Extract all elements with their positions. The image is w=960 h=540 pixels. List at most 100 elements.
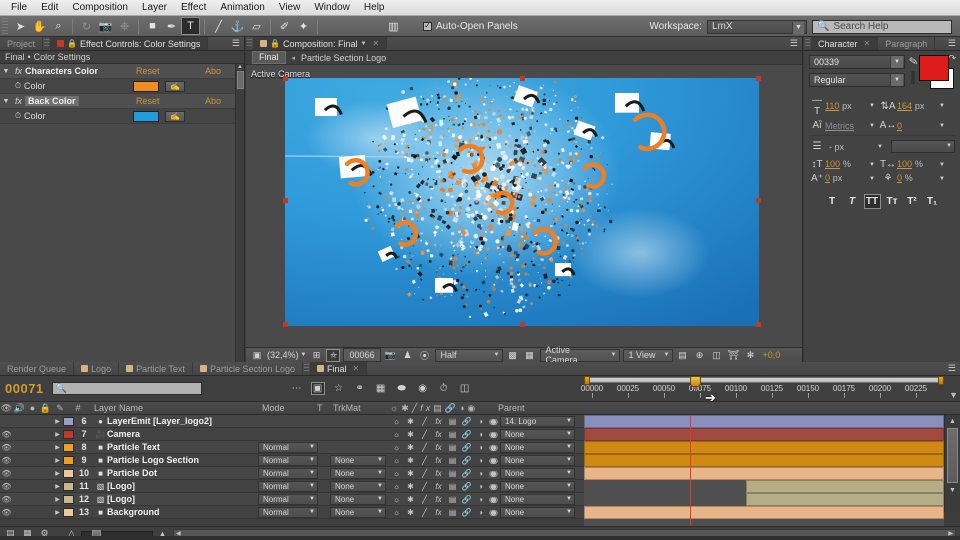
quality-icon[interactable]: ╱ bbox=[418, 469, 431, 478]
color-swatch[interactable] bbox=[133, 110, 159, 122]
layer-duration-bar[interactable] bbox=[584, 467, 944, 480]
chevron-down-icon[interactable]: ▼ bbox=[865, 176, 879, 182]
collapse-transform-icon[interactable]: ✱ bbox=[404, 495, 417, 504]
layer-label-swatch[interactable] bbox=[63, 468, 74, 478]
layer-parent-select[interactable]: None ▼ bbox=[500, 506, 575, 518]
layer-disclosure-triangle-icon[interactable]: ▶ bbox=[52, 431, 63, 438]
view-layout-select[interactable]: 1 View ▼ bbox=[622, 348, 673, 362]
parent-pickwhip-icon[interactable]: ◉ bbox=[489, 482, 496, 491]
panel-menu-icon[interactable]: ☰ bbox=[948, 38, 956, 49]
frame-blend-icon[interactable]: ▤ bbox=[446, 482, 459, 491]
brainstorm-icon[interactable]: ◉ bbox=[416, 383, 430, 394]
effects-icon[interactable]: fx bbox=[432, 456, 445, 465]
hide-shy-layers-icon[interactable]: ☆ bbox=[332, 383, 346, 394]
layer-handle-br[interactable] bbox=[756, 322, 761, 327]
menu-file[interactable]: File bbox=[4, 1, 34, 14]
eyedropper-icon[interactable]: ✎ bbox=[908, 54, 919, 68]
layer-mode-select[interactable]: Normal ▼ bbox=[258, 506, 318, 518]
menu-effect[interactable]: Effect bbox=[174, 1, 213, 14]
layer-duration-bar[interactable] bbox=[584, 454, 944, 467]
effects-icon[interactable]: fx bbox=[432, 469, 445, 478]
tracking-value[interactable]: 0 bbox=[897, 121, 935, 131]
layer-name[interactable]: Camera bbox=[107, 429, 140, 439]
table-row[interactable]: 👁 ▶ 8 ■ Particle Text Normal ▼ ☼ ✱ ╱ fx ▤ 🔗 ◑ ◉ ◉ None ▼ bbox=[0, 441, 584, 454]
frame-blend-icon[interactable]: ▤ bbox=[446, 443, 459, 452]
type-tool[interactable]: T bbox=[181, 17, 200, 35]
adjustment-layer-icon[interactable]: ◑ bbox=[474, 456, 487, 465]
table-row[interactable]: 👁 ▶ 11 ▧ [Logo] Normal ▼ None ▼ ☼ ✱ ╱ fx ▤ 🔗 ◑ ◉ ◉ None ▼ bbox=[0, 480, 584, 493]
subscript-button[interactable]: T₁ bbox=[924, 194, 941, 209]
swap-colors-icon[interactable]: ↷ bbox=[948, 53, 956, 64]
chevron-down-icon[interactable]: ▼ bbox=[566, 418, 572, 424]
effect-about-link[interactable]: Abo bbox=[205, 66, 221, 76]
layer-visibility-icon[interactable]: 👁 bbox=[0, 456, 13, 465]
effect-reset-link[interactable]: Reset bbox=[136, 96, 160, 106]
quality-icon[interactable]: ╱ bbox=[418, 482, 431, 491]
layer-mode-select[interactable]: Normal ▼ bbox=[258, 480, 318, 492]
stroke-placeholder-value[interactable]: - px bbox=[829, 142, 869, 152]
mode-header[interactable]: Mode bbox=[262, 403, 285, 413]
layer-handle-ml[interactable] bbox=[283, 198, 288, 203]
timeline-collapse-icon[interactable]: ▼ bbox=[949, 390, 958, 400]
timeline-track-area[interactable] bbox=[584, 415, 944, 526]
lock-icon[interactable]: 🔒 bbox=[67, 39, 77, 48]
superscript-button[interactable]: T² bbox=[904, 194, 921, 209]
layer-parent-select[interactable]: None ▼ bbox=[500, 428, 575, 440]
quality-icon[interactable]: ╱ bbox=[418, 430, 431, 439]
chevron-down-icon[interactable]: ▼ bbox=[309, 444, 315, 450]
frame-blend-icon[interactable]: ▤ bbox=[446, 430, 459, 439]
parent-pickwhip-icon[interactable]: ◉ bbox=[489, 443, 496, 452]
layer-label-swatch[interactable] bbox=[63, 455, 74, 465]
menu-help[interactable]: Help bbox=[357, 1, 392, 14]
motion-blur-icon[interactable]: ⚭ bbox=[353, 383, 367, 394]
collapse-transform-icon[interactable]: ✱ bbox=[404, 443, 417, 452]
tab-character[interactable]: Character ✕ bbox=[811, 37, 879, 50]
layer-trkmat-select[interactable]: None ▼ bbox=[330, 493, 386, 505]
ruler-track[interactable]: 00000 00025 00050 00075 00100 00125 00150 00175… bbox=[581, 376, 944, 402]
chevron-down-icon[interactable]: ▼ bbox=[309, 457, 315, 463]
layer-handle-bc[interactable] bbox=[520, 322, 525, 327]
kerning-value[interactable]: Metrics bbox=[825, 121, 865, 131]
parent-pickwhip-icon[interactable]: ◉ bbox=[489, 495, 496, 504]
chevron-down-icon[interactable]: ▼ bbox=[494, 352, 500, 358]
scroll-down-arrow-icon[interactable]: ▼ bbox=[945, 484, 960, 496]
font-family-select[interactable]: 00339 ▼ bbox=[809, 55, 905, 69]
snapshot-camera-icon[interactable]: 📷 bbox=[384, 349, 398, 362]
layer-label-swatch[interactable] bbox=[63, 494, 74, 504]
layer-duration-bar[interactable] bbox=[746, 480, 944, 493]
adjustment-layer-icon[interactable]: ◑ bbox=[474, 469, 487, 478]
chevron-down-icon[interactable]: ▼ bbox=[865, 103, 879, 109]
tab-paragraph[interactable]: Paragraph bbox=[878, 37, 936, 50]
layer-disclosure-triangle-icon[interactable]: ▶ bbox=[52, 509, 63, 516]
layer-label-swatch[interactable] bbox=[63, 507, 74, 517]
layer-label-swatch[interactable] bbox=[63, 481, 74, 491]
stopwatch-icon[interactable]: ⏱ bbox=[12, 111, 24, 121]
tab-particle-section-logo[interactable]: Particle Section Logo bbox=[193, 362, 303, 375]
region-toggle-icon[interactable]: ▩ bbox=[506, 349, 520, 362]
motion-blur-icon[interactable]: 🔗 bbox=[460, 495, 473, 504]
pen-tool[interactable]: ✒ bbox=[162, 17, 181, 35]
grid-guides-icon[interactable]: ⊞ bbox=[309, 349, 323, 362]
tab-composition-final[interactable]: 🔒 Composition: Final ▼ ✕ bbox=[253, 37, 388, 50]
horizontal-scale-field[interactable]: 100 % bbox=[897, 159, 935, 170]
parent-pickwhip-icon[interactable]: ◉ bbox=[489, 456, 496, 465]
quality-icon[interactable]: ╱ bbox=[418, 495, 431, 504]
chevron-down-icon[interactable]: ▼ bbox=[566, 444, 572, 450]
chevron-down-icon[interactable]: ▼ bbox=[566, 457, 572, 463]
shy-icon[interactable]: ☼ bbox=[390, 508, 403, 517]
quality-icon[interactable]: ╱ bbox=[418, 456, 431, 465]
chevron-down-icon[interactable]: ▼ bbox=[664, 352, 670, 358]
effect-property-row[interactable]: ⏱ Color ✍ bbox=[0, 79, 244, 94]
color-swatch[interactable] bbox=[133, 80, 159, 92]
layer-parent-select[interactable]: None ▼ bbox=[500, 454, 575, 466]
breadcrumb-comp[interactable]: Final bbox=[5, 52, 25, 62]
chevron-down-icon[interactable]: ▼ bbox=[566, 509, 572, 515]
chevron-down-icon[interactable]: ▼ bbox=[792, 21, 804, 34]
motion-blur-icon[interactable]: 🔗 bbox=[460, 456, 473, 465]
motion-blur-icon[interactable]: 🔗 bbox=[460, 430, 473, 439]
white-swatch[interactable] bbox=[913, 71, 915, 84]
layer-label-swatch[interactable] bbox=[63, 416, 74, 426]
layer-duration-bar[interactable] bbox=[584, 441, 944, 454]
layer-parent-select[interactable]: None ▼ bbox=[500, 480, 575, 492]
hand-tool[interactable]: ✋ bbox=[30, 17, 49, 35]
